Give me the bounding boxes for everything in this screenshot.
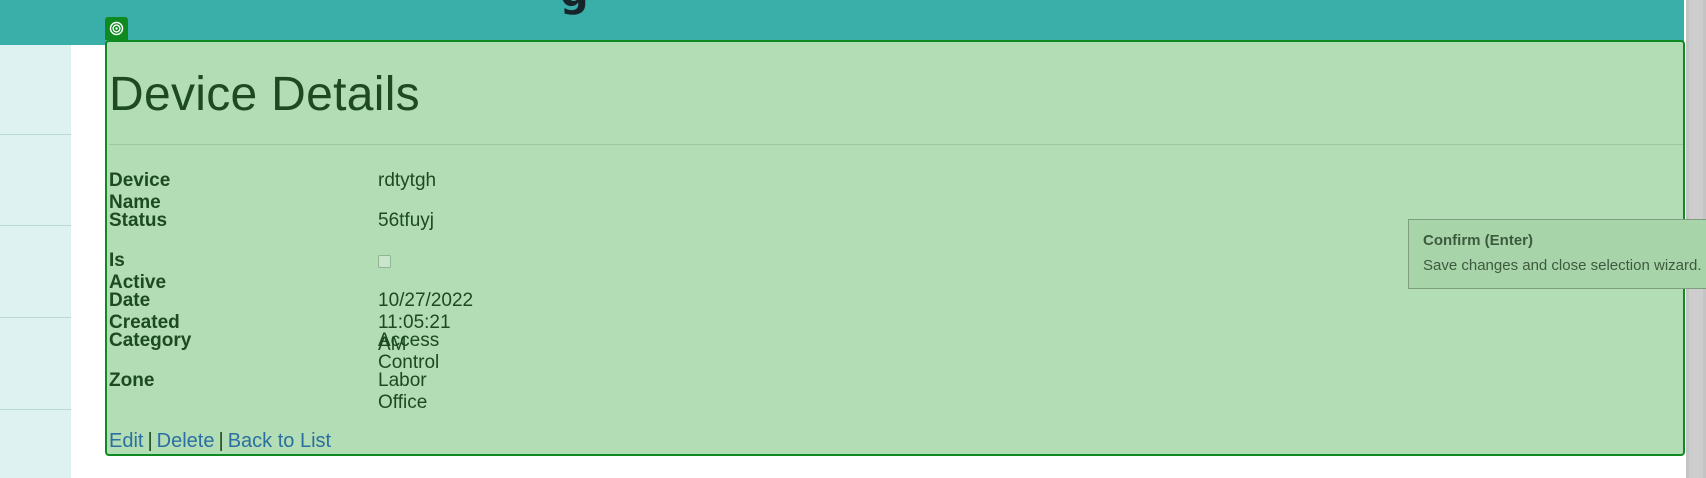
action-links: Edit | Delete | Back to List [109,430,331,453]
tooltip-body: Save changes and close selection wizard. [1423,257,1702,274]
detail-value: Labor Office [378,370,428,413]
back-to-list-link[interactable]: Back to List [228,430,331,452]
link-separator: | [218,430,224,452]
link-separator: | [147,430,153,452]
is-active-checkbox [378,255,391,268]
detail-value: Access Control [378,330,440,373]
page-title: Device Details [109,68,420,121]
title-divider [109,144,1683,145]
delete-link[interactable]: Delete [157,430,215,452]
detail-label: Is Active [109,250,167,293]
detail-label: Status [109,210,168,231]
edit-link[interactable]: Edit [109,430,143,452]
target-icon[interactable] [105,17,128,40]
left-sidebar [0,45,71,478]
banner-title-fragment: g [560,0,589,16]
sidebar-divider [0,225,71,226]
page: g Device Details Device Name rdtytgh Sta… [0,0,1706,478]
sidebar-divider [0,409,71,410]
sidebar-divider [0,134,71,135]
detail-label: Category [109,330,192,351]
tooltip-title: Confirm (Enter) [1423,232,1533,249]
detail-value: 56tfuyj [378,210,434,231]
detail-label: Date Created [109,290,180,333]
detail-value: rdtytgh [378,170,437,191]
confirm-tooltip: Confirm (Enter) Save changes and close s… [1408,219,1706,289]
detail-label: Zone [109,370,155,391]
target-icon-graphic [109,21,124,36]
detail-label: Device Name [109,170,171,213]
top-banner: g [0,0,1684,45]
sidebar-divider [0,317,71,318]
